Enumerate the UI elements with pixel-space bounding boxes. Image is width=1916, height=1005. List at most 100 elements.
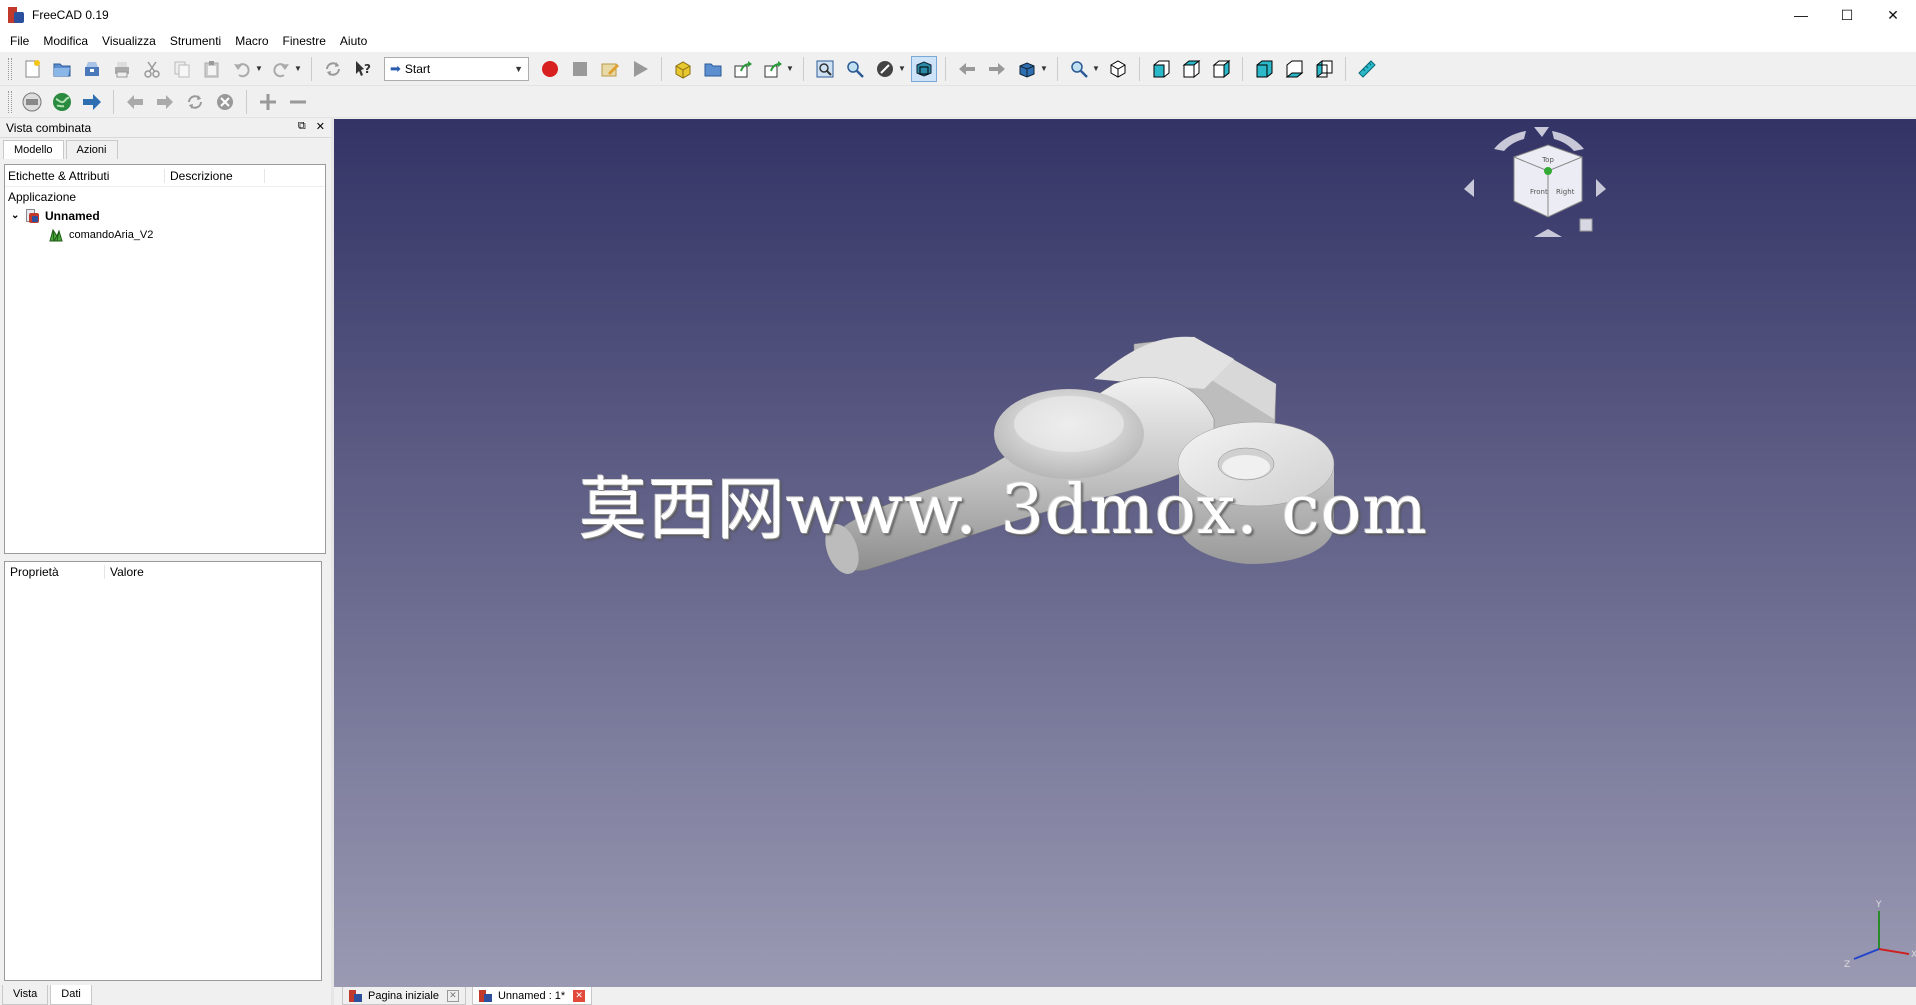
zoom-out-icon[interactable]	[285, 89, 311, 115]
web-home-icon[interactable]	[19, 89, 45, 115]
toolbar-separator	[1139, 56, 1140, 81]
doc-tab-unnamed[interactable]: Unnamed : 1* ✕	[471, 987, 593, 1005]
svg-text:Right: Right	[1556, 188, 1575, 196]
3d-scene: Top Front Right Y X Z	[825, 127, 1916, 970]
chevron-down-icon: ▼	[514, 63, 523, 74]
web-forward-icon[interactable]	[152, 89, 178, 115]
group-icon[interactable]	[700, 56, 726, 82]
start-workbench-icon: ➡	[390, 60, 401, 76]
close-panel-icon[interactable]: ✕	[316, 120, 325, 133]
tab-dati[interactable]: Dati	[50, 985, 92, 1005]
navigation-cube[interactable]: Top Front Right	[1464, 127, 1606, 237]
link-dropdown-icon[interactable]: ▼	[786, 64, 794, 73]
web-go-icon[interactable]	[79, 89, 105, 115]
toolbar-grip[interactable]	[8, 57, 12, 80]
macro-run-icon[interactable]	[627, 56, 653, 82]
std-view-menu-icon[interactable]	[1014, 56, 1040, 82]
back-arrow-icon[interactable]	[954, 56, 980, 82]
menu-strumenti[interactable]: Strumenti	[163, 30, 228, 52]
draw-style-dropdown-icon[interactable]: ▼	[898, 64, 906, 73]
zoom-in-icon[interactable]	[255, 89, 281, 115]
open-icon[interactable]	[49, 56, 75, 82]
tree-col-description[interactable]: Descrizione	[165, 168, 265, 183]
minimize-button[interactable]: —	[1778, 0, 1824, 30]
close-tab-icon[interactable]: ✕	[573, 989, 586, 1002]
property-col-value[interactable]: Valore	[105, 565, 144, 579]
model-tree: Etichette & Attributi Descrizione Applic…	[4, 164, 326, 554]
tab-modello[interactable]: Modello	[3, 140, 64, 159]
measure-icon[interactable]	[1354, 56, 1380, 82]
undock-icon[interactable]: ⧉	[298, 120, 306, 133]
refresh-icon[interactable]	[320, 56, 346, 82]
tree-object-row[interactable]: comandoAria_V2	[5, 225, 325, 244]
svg-text:Front: Front	[1530, 188, 1548, 196]
menu-bar: File Modifica Visualizza Strumenti Macro…	[0, 30, 1916, 52]
axis-triad: Y X Z	[1844, 900, 1916, 970]
web-back-icon[interactable]	[122, 89, 148, 115]
macro-record-icon[interactable]	[537, 56, 563, 82]
paste-icon[interactable]	[199, 56, 225, 82]
tree-object-label: comandoAria_V2	[69, 228, 154, 241]
fit-selection-icon[interactable]	[842, 56, 868, 82]
tree-col-labels[interactable]: Etichette & Attributi	[5, 168, 165, 183]
mesh-object-icon	[49, 228, 63, 241]
menu-aiuto[interactable]: Aiuto	[333, 30, 374, 52]
new-document-icon[interactable]	[19, 56, 45, 82]
whats-this-icon[interactable]: ?	[350, 56, 376, 82]
left-view-icon[interactable]	[1311, 56, 1337, 82]
undo-dropdown-icon[interactable]: ▼	[255, 64, 263, 73]
tab-azioni[interactable]: Azioni	[65, 140, 118, 159]
toolbar-grip[interactable]	[8, 90, 12, 113]
property-col-name[interactable]: Proprietà	[5, 565, 105, 579]
toolbar-separator	[945, 56, 946, 81]
menu-file[interactable]: File	[3, 30, 36, 52]
print-icon[interactable]	[109, 56, 135, 82]
macro-edit-icon[interactable]	[597, 56, 623, 82]
close-window-button[interactable]: ✕	[1870, 0, 1916, 30]
redo-dropdown-icon[interactable]: ▼	[294, 64, 302, 73]
combo-view-title: Vista combinata	[6, 120, 92, 135]
close-tab-icon[interactable]: ✕	[446, 989, 459, 1002]
menu-macro[interactable]: Macro	[228, 30, 275, 52]
std-view-dropdown-icon[interactable]: ▼	[1040, 64, 1048, 73]
web-stop-icon[interactable]	[212, 89, 238, 115]
link-icon[interactable]	[730, 56, 756, 82]
toolbar-separator	[1242, 56, 1243, 81]
web-open-icon[interactable]	[49, 89, 75, 115]
link-actions-icon[interactable]	[760, 56, 786, 82]
chevron-down-icon[interactable]: ⌄	[11, 210, 25, 221]
tree-document-row[interactable]: ⌄ Unnamed	[5, 206, 325, 225]
macro-stop-icon[interactable]	[567, 56, 593, 82]
axis-label-x: X	[1911, 950, 1916, 960]
menu-modifica[interactable]: Modifica	[36, 30, 95, 52]
menu-finestre[interactable]: Finestre	[276, 30, 333, 52]
part-icon[interactable]	[670, 56, 696, 82]
copy-icon[interactable]	[169, 56, 195, 82]
undo-icon[interactable]	[229, 56, 255, 82]
top-view-icon[interactable]	[1178, 56, 1204, 82]
save-icon[interactable]	[79, 56, 105, 82]
zoom-menu-icon[interactable]	[1066, 56, 1092, 82]
bounding-box-icon[interactable]	[911, 55, 937, 82]
forward-arrow-icon[interactable]	[984, 56, 1010, 82]
doc-tab-start-page[interactable]: Pagina iniziale ✕	[342, 987, 466, 1005]
workbench-selector[interactable]: ➡ Start ▼	[384, 56, 529, 81]
combo-view-panel: Vista combinata ⧉ ✕ Modello Azioni Etich…	[0, 118, 331, 1005]
freecad-logo-icon	[478, 989, 493, 1002]
redo-icon[interactable]	[268, 56, 294, 82]
front-view-icon[interactable]	[1148, 56, 1174, 82]
isometric-view-icon[interactable]	[1105, 56, 1131, 82]
web-refresh-icon[interactable]	[182, 89, 208, 115]
tab-vista[interactable]: Vista	[2, 985, 49, 1005]
fit-all-icon[interactable]	[812, 56, 838, 82]
cut-icon[interactable]	[139, 56, 165, 82]
right-view-icon[interactable]	[1208, 56, 1234, 82]
rear-view-icon[interactable]	[1251, 56, 1277, 82]
3d-viewport[interactable]: Top Front Right Y X Z 莫西网www. 3dmox. com	[334, 119, 1916, 987]
bottom-view-icon[interactable]	[1281, 56, 1307, 82]
draw-style-icon[interactable]	[872, 56, 898, 82]
maximize-button[interactable]: ☐	[1824, 0, 1870, 30]
zoom-dropdown-icon[interactable]: ▼	[1092, 64, 1100, 73]
menu-visualizza[interactable]: Visualizza	[95, 30, 163, 52]
document-icon	[25, 208, 39, 223]
